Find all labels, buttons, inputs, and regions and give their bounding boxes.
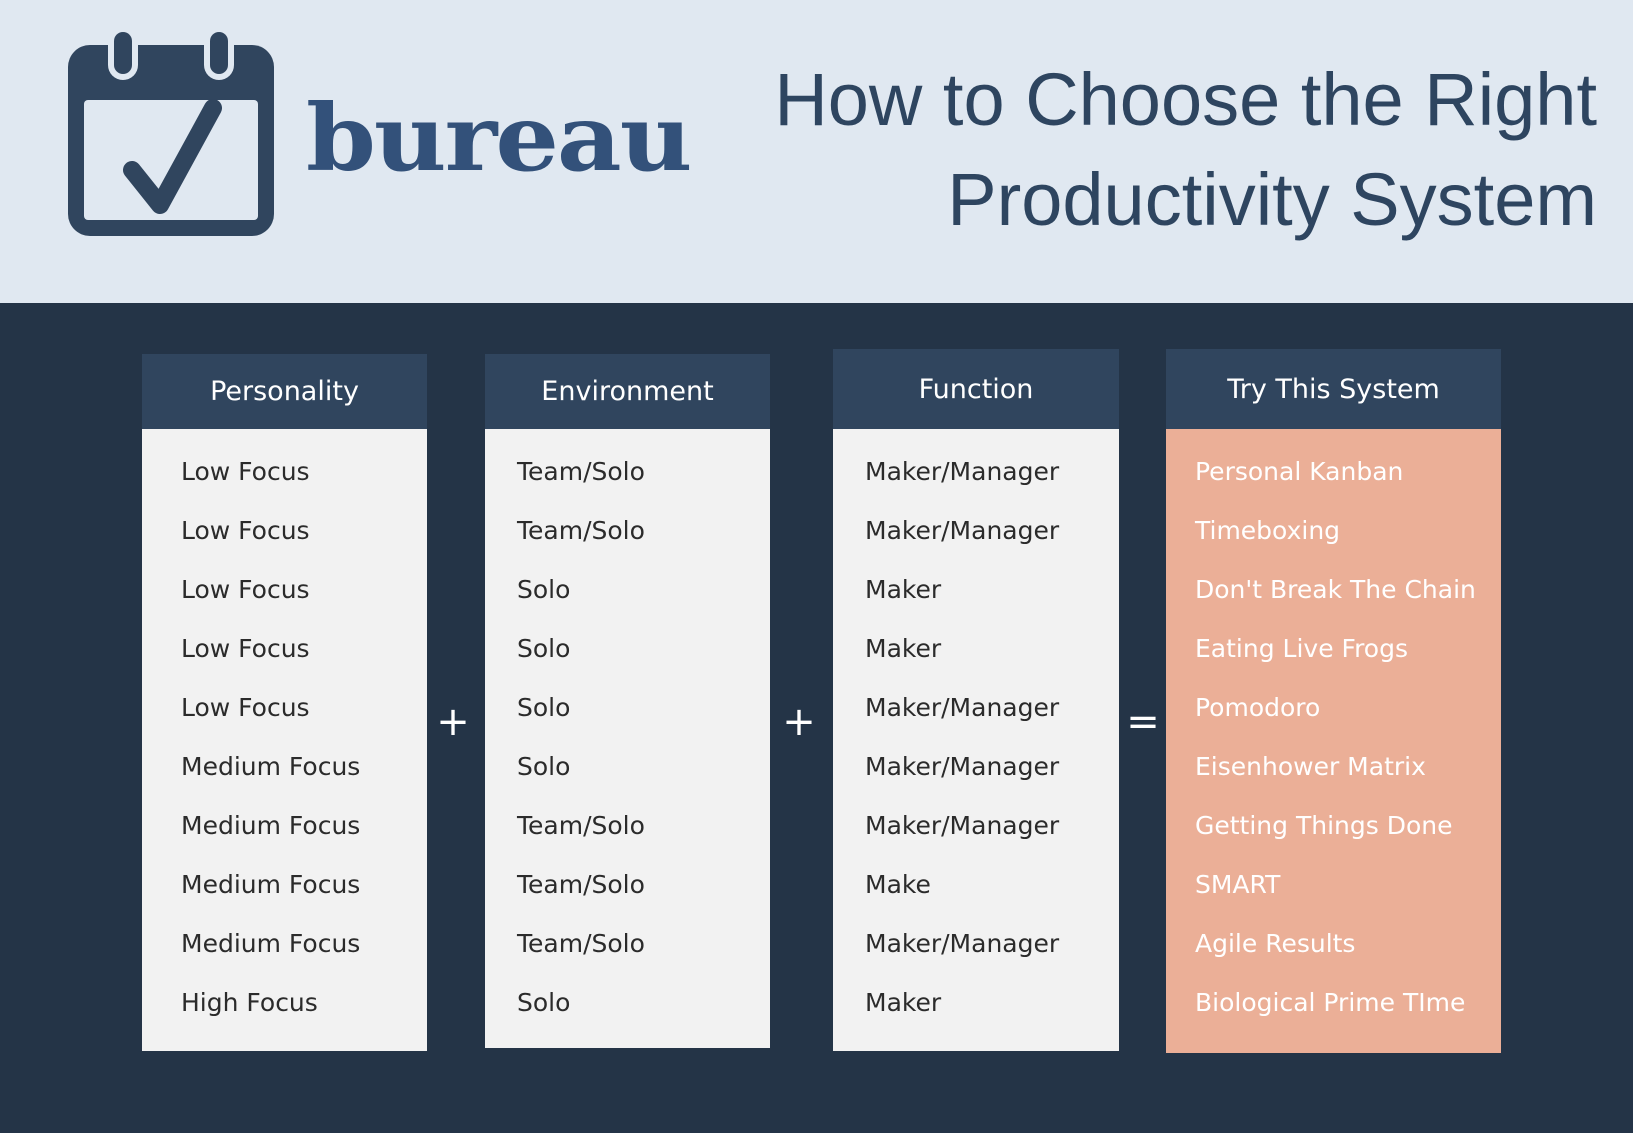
- list-item: Team/Solo: [517, 870, 645, 899]
- page-title: How to Choose the Right Productivity Sys…: [697, 50, 1597, 250]
- list-item: Low Focus: [181, 516, 310, 545]
- main-panel: Personality Low Focus Low Focus Low Focu…: [0, 303, 1633, 1133]
- column-body: Maker/Manager Maker/Manager Maker Maker …: [833, 429, 1119, 1051]
- list-item: High Focus: [181, 988, 318, 1017]
- column-body: Team/Solo Team/Solo Solo Solo Solo Solo …: [485, 429, 770, 1048]
- list-item: SMART: [1195, 870, 1281, 899]
- list-item: Team/Solo: [517, 929, 645, 958]
- list-item: Make: [865, 870, 931, 899]
- list-item: Biological Prime TIme: [1195, 988, 1466, 1017]
- list-item: Team/Solo: [517, 457, 645, 486]
- list-item: Maker: [865, 634, 942, 663]
- column-body: Personal Kanban Timeboxing Don't Break T…: [1166, 429, 1501, 1053]
- list-item: Solo: [517, 575, 571, 604]
- list-item: Low Focus: [181, 575, 310, 604]
- equals-operator: =: [1126, 699, 1160, 745]
- list-item: Personal Kanban: [1195, 457, 1404, 486]
- list-item: Eating Live Frogs: [1195, 634, 1409, 663]
- list-item: Pomodoro: [1195, 693, 1321, 722]
- list-item: Maker/Manager: [865, 693, 1060, 722]
- list-item: Don't Break The Chain: [1195, 575, 1476, 604]
- list-item: Low Focus: [181, 634, 310, 663]
- list-item: Solo: [517, 988, 571, 1017]
- header-banner: bureau How to Choose the Right Productiv…: [0, 0, 1633, 303]
- title-line-1: How to Choose the Right: [774, 58, 1597, 141]
- column-header: Personality: [142, 354, 427, 429]
- list-item: Eisenhower Matrix: [1195, 752, 1426, 781]
- plus-operator: +: [436, 699, 470, 745]
- list-item: Team/Solo: [517, 811, 645, 840]
- list-item: Timeboxing: [1195, 516, 1341, 545]
- list-item: Team/Solo: [517, 516, 645, 545]
- list-item: Low Focus: [181, 693, 310, 722]
- list-item: Medium Focus: [181, 752, 361, 781]
- list-item: Maker/Manager: [865, 516, 1060, 545]
- brand-logo-text: bureau: [306, 83, 692, 193]
- list-item: Solo: [517, 634, 571, 663]
- calendar-check-icon: [68, 30, 274, 236]
- list-item: Maker/Manager: [865, 811, 1060, 840]
- list-item: Maker/Manager: [865, 457, 1060, 486]
- plus-operator: +: [782, 699, 816, 745]
- column-header: Environment: [485, 354, 770, 429]
- list-item: Getting Things Done: [1195, 811, 1453, 840]
- list-item: Maker: [865, 988, 942, 1017]
- list-item: Medium Focus: [181, 929, 361, 958]
- column-header: Function: [833, 349, 1119, 429]
- list-item: Agile Results: [1195, 929, 1356, 958]
- column-body: Low Focus Low Focus Low Focus Low Focus …: [142, 429, 427, 1051]
- list-item: Solo: [517, 752, 571, 781]
- list-item: Low Focus: [181, 457, 310, 486]
- list-item: Solo: [517, 693, 571, 722]
- column-header: Try This System: [1166, 349, 1501, 429]
- list-item: Medium Focus: [181, 811, 361, 840]
- title-line-2: Productivity System: [947, 158, 1597, 241]
- list-item: Maker: [865, 575, 942, 604]
- list-item: Medium Focus: [181, 870, 361, 899]
- list-item: Maker/Manager: [865, 929, 1060, 958]
- list-item: Maker/Manager: [865, 752, 1060, 781]
